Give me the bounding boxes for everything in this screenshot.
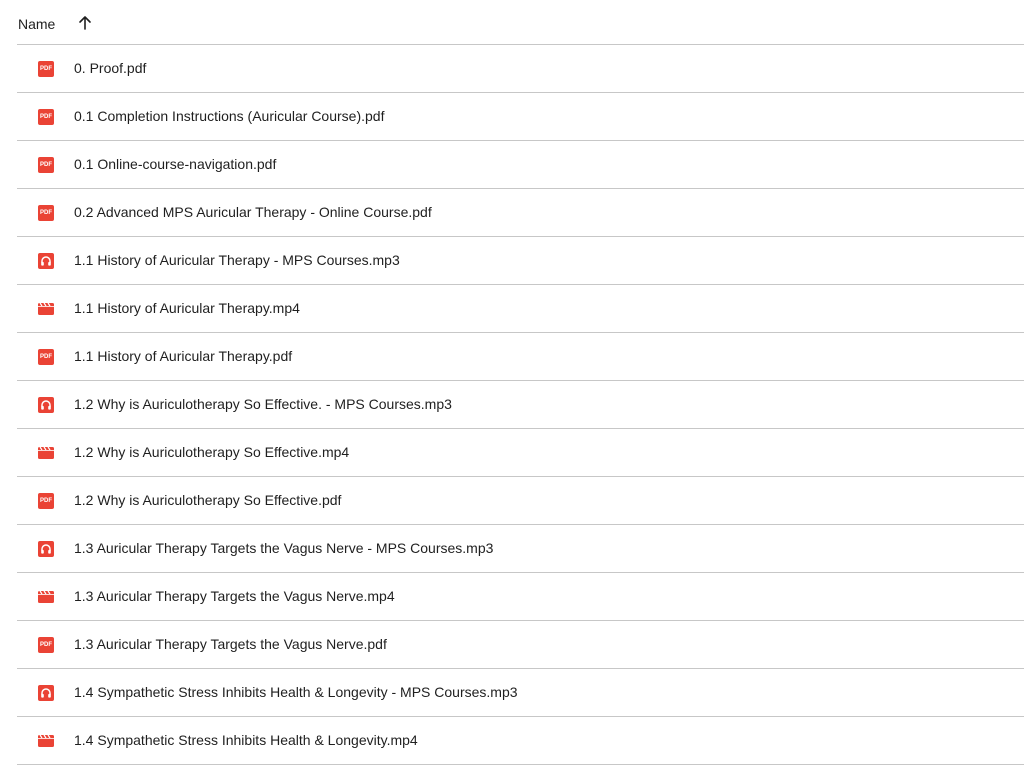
file-name: 1.1 History of Auricular Therapy.pdf <box>74 348 293 364</box>
arrow-up-icon[interactable] <box>77 14 93 32</box>
file-row[interactable]: 1.4 Sympathetic Stress Inhibits Health &… <box>17 669 1024 717</box>
file-list: Name PDF 0. Proof.pdf PDF 0.1 Completion In… <box>0 0 1024 768</box>
file-name: 0.1 Completion Instructions (Auricular C… <box>74 108 385 124</box>
file-row[interactable]: PDF 1.1 History of Auricular Therapy.pdf <box>17 333 1024 381</box>
file-name: 1.1 History of Auricular Therapy - MPS C… <box>74 252 400 268</box>
pdf-icon: PDF <box>38 493 54 509</box>
headphones-icon <box>38 685 54 701</box>
video-clapper-icon <box>38 733 54 749</box>
file-name: 1.3 Auricular Therapy Targets the Vagus … <box>74 636 387 652</box>
pdf-icon: PDF <box>38 205 54 221</box>
pdf-icon: PDF <box>38 349 54 365</box>
file-name: 1.4 Sympathetic Stress Inhibits Health &… <box>74 732 418 748</box>
file-name: 1.3 Auricular Therapy Targets the Vagus … <box>74 540 494 556</box>
file-row[interactable]: 1.2 Why is Auriculotherapy So Effective.… <box>17 381 1024 429</box>
pdf-icon: PDF <box>38 61 54 77</box>
file-row[interactable]: 1.4 Sympathetic Stress Inhibits Health &… <box>17 717 1024 765</box>
video-clapper-icon <box>38 445 54 461</box>
video-clapper-icon <box>38 301 54 317</box>
file-row[interactable]: 1.1 History of Auricular Therapy.mp4 <box>17 285 1024 333</box>
file-name: 0. Proof.pdf <box>74 60 147 76</box>
file-name: 0.1 Online-course-navigation.pdf <box>74 156 277 172</box>
file-row[interactable]: PDF 0. Proof.pdf <box>17 45 1024 93</box>
file-name: 1.2 Why is Auriculotherapy So Effective.… <box>74 444 350 460</box>
file-name: 1.4 Sympathetic Stress Inhibits Health &… <box>74 684 518 700</box>
headphones-icon <box>38 253 54 269</box>
file-row[interactable]: PDF 1.3 Auricular Therapy Targets the Vag… <box>17 621 1024 669</box>
headphones-icon <box>38 541 54 557</box>
pdf-icon: PDF <box>38 637 54 653</box>
file-row[interactable]: PDF 0.2 Advanced MPS Auricular Therapy - … <box>17 189 1024 237</box>
file-name: 1.2 Why is Auriculotherapy So Effective.… <box>74 492 342 508</box>
file-row[interactable]: 1.3 Auricular Therapy Targets the Vagus … <box>17 573 1024 621</box>
pdf-icon: PDF <box>38 109 54 125</box>
file-name: 1.3 Auricular Therapy Targets the Vagus … <box>74 588 395 604</box>
file-name: 1.2 Why is Auriculotherapy So Effective.… <box>74 396 452 412</box>
file-row[interactable]: 1.2 Why is Auriculotherapy So Effective.… <box>17 429 1024 477</box>
file-row[interactable]: PDF 0.1 Online-course-navigation.pdf <box>17 141 1024 189</box>
pdf-icon: PDF <box>38 157 54 173</box>
file-row[interactable]: PDF 1.2 Why is Auriculotherapy So Effecti… <box>17 477 1024 525</box>
headphones-icon <box>38 397 54 413</box>
file-name: 0.2 Advanced MPS Auricular Therapy - Onl… <box>74 204 432 220</box>
file-name: 1.1 History of Auricular Therapy.mp4 <box>74 300 300 316</box>
list-header: Name <box>17 0 1024 45</box>
file-row[interactable]: 1.3 Auricular Therapy Targets the Vagus … <box>17 525 1024 573</box>
video-clapper-icon <box>38 589 54 605</box>
name-column-header[interactable]: Name <box>18 16 55 32</box>
file-row[interactable]: 1.1 History of Auricular Therapy - MPS C… <box>17 237 1024 285</box>
file-row[interactable]: PDF 0.1 Completion Instructions (Auricula… <box>17 93 1024 141</box>
